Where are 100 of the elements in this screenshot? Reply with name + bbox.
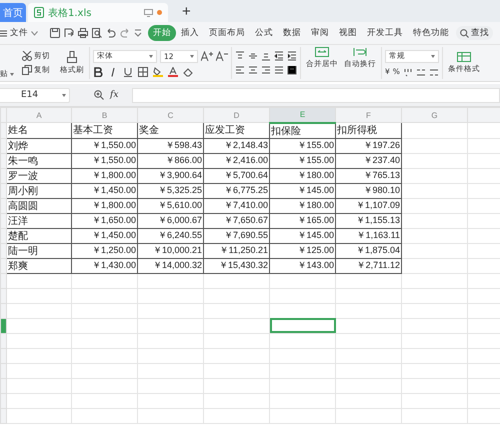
menu-tab[interactable]: 特色功能	[408, 25, 454, 41]
name-box[interactable]: E14	[0, 88, 70, 102]
file-menu[interactable]: 文件	[0, 27, 42, 39]
font-color-icon[interactable]	[168, 66, 178, 76]
conditional-format-icon[interactable]	[457, 52, 471, 62]
menu-icon	[0, 30, 7, 36]
align-right-icon[interactable]	[261, 65, 271, 75]
scissors-icon[interactable]	[22, 51, 32, 61]
table-cell: ￥980.10	[336, 183, 402, 198]
table-cell: 陆一明	[6, 243, 72, 258]
table-cell: ￥180.00	[270, 168, 336, 183]
table-cell: ￥155.00	[270, 138, 336, 153]
insert-function-button[interactable]: fx	[110, 90, 118, 100]
new-tab-button[interactable]: +	[178, 2, 195, 20]
table-cell: ￥145.00	[270, 183, 336, 198]
table-cell: 应发工资	[204, 122, 270, 138]
undo-icon[interactable]	[106, 28, 116, 38]
menu-tab[interactable]: 开发工具	[362, 25, 408, 41]
paintbrush-icon[interactable]	[66, 51, 78, 63]
table-cell: ￥7,690.55	[204, 228, 270, 243]
table-cell: ￥6,775.25	[204, 183, 270, 198]
table-cell: ￥14,000.32	[138, 258, 204, 273]
justify-icon[interactable]	[274, 65, 284, 75]
table-cell: ￥7,650.67	[204, 213, 270, 228]
table-cell: ￥143.00	[270, 258, 336, 273]
table-cell: ￥1,800.00	[72, 168, 138, 183]
decrease-font-icon[interactable]	[216, 51, 228, 61]
table-cell: ￥1,550.00	[72, 138, 138, 153]
align-bottom-icon[interactable]	[261, 51, 271, 61]
caret-down-icon[interactable]	[149, 54, 153, 58]
menu-tab[interactable]: 数据	[278, 25, 306, 41]
table-cell: 奖金	[138, 122, 204, 138]
table-cell: 扣保险	[270, 122, 336, 138]
caret-down-icon[interactable]	[190, 54, 194, 58]
table-cell: ￥5,610.00	[138, 198, 204, 213]
menu-tab[interactable]: 审阅	[306, 25, 334, 41]
selected-cell[interactable]	[270, 318, 336, 333]
table-cell: ￥1,875.04	[336, 243, 402, 258]
increase-font-icon[interactable]	[201, 51, 213, 61]
indent-decrease-icon[interactable]	[274, 51, 284, 61]
print-icon[interactable]	[78, 28, 88, 38]
eraser-icon[interactable]	[183, 66, 193, 76]
table-cell: ￥1,800.00	[72, 198, 138, 213]
table-cell: ￥165.00	[270, 213, 336, 228]
more-icon[interactable]	[134, 28, 142, 38]
menu-tab[interactable]: 视图	[334, 25, 362, 41]
fill-color-icon[interactable]	[153, 66, 163, 76]
print-preview-icon[interactable]	[92, 28, 102, 38]
menu-tab[interactable]: 公式	[250, 25, 278, 41]
menu-tab[interactable]: 插入	[176, 25, 204, 41]
monitor-icon	[144, 8, 153, 16]
table-cell: 楚配	[6, 228, 72, 243]
table-cell: ￥866.00	[138, 153, 204, 168]
chevron-down-icon	[31, 30, 38, 36]
caret-down-icon[interactable]	[431, 54, 435, 58]
table-cell: ￥1,430.00	[72, 258, 138, 273]
indent-increase-icon[interactable]	[287, 51, 297, 61]
redo-icon[interactable]	[120, 28, 130, 38]
underline-icon[interactable]	[123, 66, 133, 76]
borders-icon[interactable]	[138, 66, 148, 76]
align-top-icon[interactable]	[235, 51, 245, 61]
table-cell: ￥15,430.32	[204, 258, 270, 273]
search-button[interactable]: 查找	[456, 26, 493, 40]
caret-down-icon	[62, 94, 66, 96]
table-cell: ￥125.00	[270, 243, 336, 258]
table-cell: 周小刚	[6, 183, 72, 198]
increase-decimal-icon[interactable]	[416, 66, 426, 76]
export-icon[interactable]	[64, 28, 74, 38]
table-cell: ￥765.13	[336, 168, 402, 183]
decrease-decimal-icon[interactable]	[428, 66, 439, 76]
copy-icon[interactable]	[22, 65, 32, 75]
save-icon[interactable]	[50, 28, 60, 38]
align-middle-icon[interactable]	[248, 51, 258, 61]
table-cell: ￥5,700.64	[204, 168, 270, 183]
spreadsheet-icon	[34, 7, 44, 18]
align-center-icon[interactable]	[248, 65, 258, 75]
table-cell: 汪洋	[6, 213, 72, 228]
table-cell: ￥598.43	[138, 138, 204, 153]
wrap-text-icon[interactable]	[353, 47, 367, 57]
table-cell: ￥197.26	[336, 138, 402, 153]
search-icon	[460, 28, 469, 38]
formula-input[interactable]	[132, 88, 500, 102]
table-cell: ￥6,000.67	[138, 213, 204, 228]
table-cell: ￥2,711.12	[336, 258, 402, 273]
table-cell: ￥10,000.21	[138, 243, 204, 258]
align-left-icon[interactable]	[235, 65, 245, 75]
caret-down-icon[interactable]	[10, 72, 14, 76]
table-cell: ￥1,163.11	[336, 228, 402, 243]
table-cell: ￥155.00	[270, 153, 336, 168]
menu-tab[interactable]: 页面布局	[204, 25, 250, 41]
table-cell: 高圆圆	[6, 198, 72, 213]
table-cell: ￥2,416.00	[204, 153, 270, 168]
zoom-icon[interactable]	[94, 90, 104, 100]
merge-cells-icon[interactable]	[315, 47, 329, 57]
bold-icon[interactable]	[93, 66, 103, 76]
table-cell: ￥6,240.55	[138, 228, 204, 243]
table-cell: ￥1,450.00	[72, 228, 138, 243]
table-cell: ￥2,148.43	[204, 138, 270, 153]
table-cell: ￥5,325.25	[138, 183, 204, 198]
table-cell: ￥1,155.13	[336, 213, 402, 228]
